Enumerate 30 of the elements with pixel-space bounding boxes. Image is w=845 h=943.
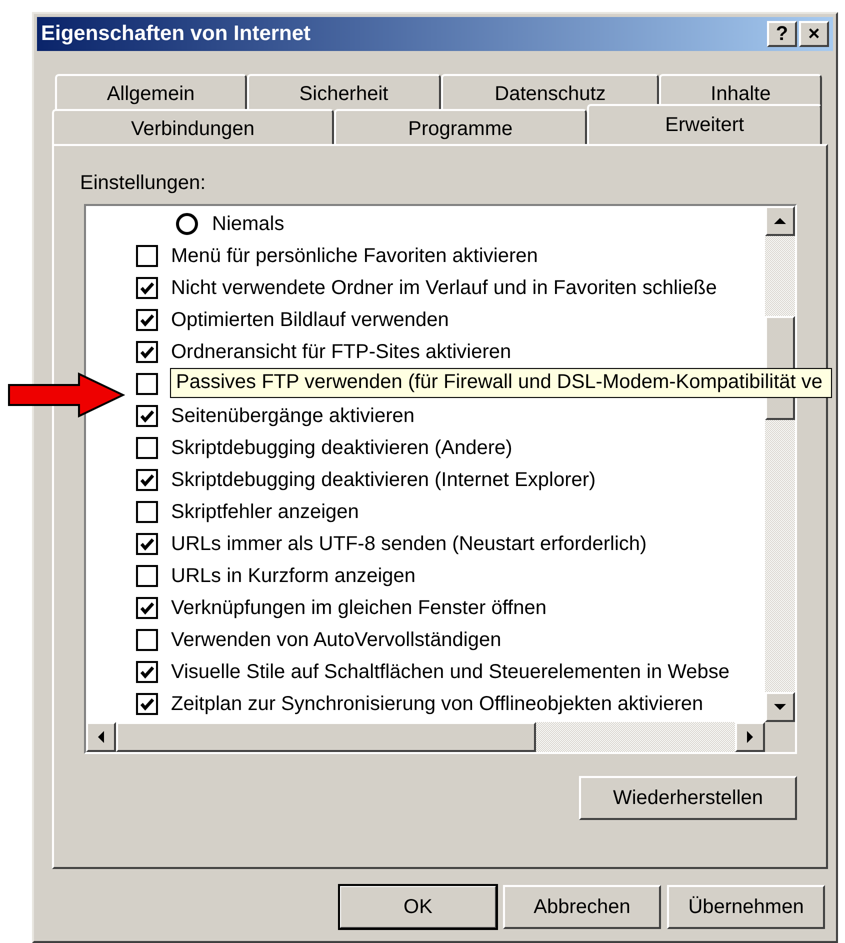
option-label: Ordneransicht für FTP-Sites aktivieren	[171, 340, 512, 364]
option-label: Skriptdebugging deaktivieren (Internet Explorer)	[171, 468, 596, 492]
tab[interactable]: Erweitert	[587, 104, 822, 144]
settings-label: Einstellungen:	[80, 172, 207, 196]
cancel-button[interactable]: Abbrechen	[503, 885, 661, 929]
option-label: Skriptfehler anzeigen	[171, 500, 359, 524]
help-button[interactable]: ?	[767, 21, 797, 47]
apply-button[interactable]: Übernehmen	[667, 885, 825, 929]
option-label: URLs in Kurzform anzeigen	[171, 564, 416, 588]
option-label: Zeitplan zur Synchronisierung von Offlineobjekten aktivieren	[171, 692, 704, 716]
tab[interactable]: Programme	[334, 109, 588, 144]
option-label: Skriptdebugging deaktivieren (Andere)	[171, 436, 512, 460]
option-label: Verknüpfungen im gleichen Fenster öffnen	[171, 596, 546, 620]
tab[interactable]: Verbindungen	[52, 109, 334, 144]
option-label: Seitenübergänge aktivieren	[171, 404, 415, 428]
option-label: Visuelle Stile auf Schaltflächen und Steuerelementen in Webse	[171, 660, 730, 684]
close-button[interactable]: ×	[799, 21, 829, 47]
tab[interactable]: Allgemein	[55, 74, 246, 109]
option-label: Menü für persönliche Favoriten aktivieren	[171, 244, 538, 268]
ok-button[interactable]: OK	[339, 885, 497, 929]
tab[interactable]: Sicherheit	[246, 74, 441, 109]
option-label: Niemals	[212, 212, 284, 236]
option-label: Nicht verwendete Ordner im Verlauf und in Favoriten schließe	[171, 276, 717, 300]
window-title: Eigenschaften von Internet	[41, 22, 311, 46]
tooltip: Passives FTP verwenden (für Firewall und DSL-Modem-Kompatibilität ve	[170, 368, 832, 398]
tab[interactable]: Datenschutz	[441, 74, 660, 109]
option-label: Optimierten Bildlauf verwenden	[171, 308, 449, 332]
restore-button[interactable]: Wiederherstellen	[579, 776, 797, 820]
option-label: URLs immer als UTF-8 senden (Neustart erforderlich)	[171, 532, 647, 556]
option-label: Verwenden von AutoVervollständigen	[171, 628, 502, 652]
